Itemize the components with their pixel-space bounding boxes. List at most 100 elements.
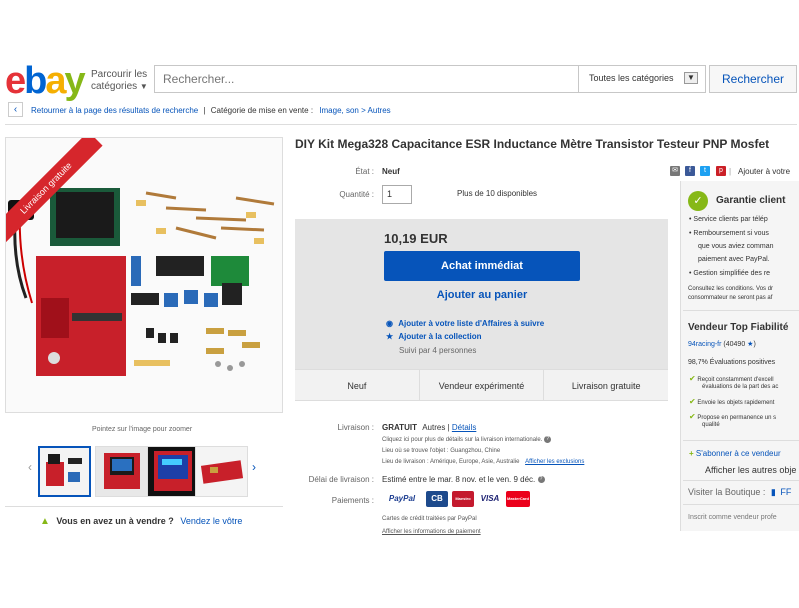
quantity-label: Quantité :	[339, 190, 374, 199]
shipping-label: Livraison :	[337, 423, 374, 432]
seller-point-3b: qualité	[702, 422, 720, 428]
category-path-link[interactable]: Image, son > Autres	[319, 106, 390, 115]
condition-label: État :	[355, 167, 374, 176]
cb-logo: CB	[426, 491, 448, 507]
followers-text: Suivi par 4 personnes	[399, 346, 477, 355]
ship-to: Lieu de livraison : Amérique, Europe, As…	[382, 459, 520, 465]
header-divider	[5, 124, 797, 125]
conditions-line-2: consommateur ne seront pas af	[688, 295, 773, 301]
check-icon: ✔	[689, 397, 696, 406]
logo-letter-y: y	[64, 60, 86, 102]
seller-score-close: )	[753, 341, 756, 348]
guarantee-badge-icon: ✓	[688, 191, 708, 211]
twitter-icon[interactable]: t	[700, 166, 710, 176]
add-to-list-link[interactable]: Ajouter à votre	[738, 167, 790, 176]
check-icon: ✔	[689, 374, 696, 383]
positive-feedback: 98,7% Évaluations positives	[688, 359, 776, 366]
sell-prompt-row: ▲ Vous en avez un à vendre ? Vendez le v…	[40, 516, 242, 527]
back-chevron-icon[interactable]: ‹	[8, 102, 23, 117]
item-location: Lieu où se trouve l'objet : Guangzhou, C…	[382, 448, 501, 454]
search-input[interactable]	[155, 66, 579, 92]
add-to-cart-link[interactable]: Ajouter au panier	[384, 289, 580, 301]
store-row: Visiter la Boutique : ▮ FF	[688, 487, 791, 498]
thumbnail-3[interactable]	[147, 446, 200, 497]
logo-letter-e: e	[5, 60, 26, 102]
shipping-row: GRATUIT Autres | Détails	[382, 423, 476, 432]
delivery-label: Délai de livraison :	[308, 475, 374, 484]
main-product-image[interactable]: Livraison gratuite	[5, 137, 283, 413]
dropdown-arrow-icon[interactable]: ▼	[684, 72, 698, 84]
pinterest-icon[interactable]: p	[716, 166, 726, 176]
payment-info-link[interactable]: Afficher les informations de paiement	[382, 529, 481, 535]
intl-note: Cliquez ici pour plus de détails sur la …	[382, 437, 543, 444]
seller-row: 94racing-fr (40490 ★)	[688, 340, 756, 348]
buy-now-button[interactable]: Achat immédiat	[384, 251, 580, 281]
maestro-logo: Maestro	[452, 491, 474, 507]
thumbnail-image	[40, 448, 89, 495]
delivery-estimate: Estimé entre le mar. 8 nov. et le ven. 9…	[382, 475, 536, 484]
feature-strip: Neuf Vendeur expérimenté Livraison gratu…	[295, 369, 668, 401]
sidebar-divider	[683, 310, 799, 311]
seller-point-1b: évaluations de la part des ac	[702, 384, 779, 390]
thumbnail-1[interactable]	[38, 446, 91, 497]
quantity-input[interactable]: 1	[382, 185, 412, 204]
store-label: Visiter la Boutique :	[688, 487, 766, 497]
exclusions-link[interactable]: Afficher les exclusions	[525, 459, 584, 465]
browse-line-1: Parcourir les	[91, 69, 148, 80]
guarantee-item-1: • Service clients par télép	[689, 216, 768, 223]
browse-categories[interactable]: Parcourir les catégories ▼	[91, 69, 148, 93]
thumbs-next-icon[interactable]: ›	[252, 460, 256, 474]
top-seller-title[interactable]: Vendeur Top Fiabilité	[688, 322, 788, 333]
email-icon[interactable]: ✉	[670, 166, 680, 176]
seller-name-link[interactable]: 94racing-fr	[688, 341, 721, 348]
thumbnail-image	[148, 447, 199, 496]
shipping-details-link[interactable]: Détails	[452, 423, 476, 432]
sell-yours-link[interactable]: Vendez le vôtre	[180, 516, 242, 526]
breadcrumb-separator: |	[203, 106, 206, 115]
paypal-logo: PayPal	[388, 494, 416, 503]
logo-letter-b: b	[24, 60, 47, 102]
search-bar: Toutes les catégories ▼	[154, 65, 706, 93]
registered-seller: Inscrit comme vendeur profe	[688, 514, 777, 521]
zoom-hint: Pointez sur l'image pour zoomer	[92, 426, 193, 433]
logo-letter-a: a	[45, 60, 66, 102]
thumbnail-4[interactable]	[195, 446, 248, 497]
facebook-icon[interactable]: f	[685, 166, 695, 176]
caret-down-icon: ▼	[139, 82, 148, 91]
subscribe-row: + S'abonner à ce vendeur	[689, 449, 781, 458]
conditions-line-1: Consultez les conditions. Vos dr	[688, 286, 774, 292]
seller-point-1: ✔ Reçoit constamment d'excell	[689, 374, 774, 383]
sidebar-divider	[683, 480, 799, 481]
availability-text: Plus de 10 disponibles	[457, 189, 538, 198]
category-select[interactable]: Toutes les catégories	[589, 73, 674, 83]
info-icon[interactable]: ?	[537, 476, 545, 484]
seller-score[interactable]: (40490	[723, 341, 745, 348]
feature-experienced-seller: Vendeur expérimenté	[420, 370, 545, 400]
star-icon: ★	[386, 332, 394, 341]
back-to-results-link[interactable]: Retourner à la page des résultats de rec…	[31, 106, 198, 115]
shipping-sep: |	[447, 423, 450, 432]
shipping-carrier: Autres	[422, 423, 446, 432]
seller-point-3: ✔ Propose en permanence un s	[689, 412, 777, 421]
seller-point-2: ✔ Envoie les objets rapidement	[689, 397, 775, 406]
ship-to-row: Lieu de livraison : Amérique, Europe, As…	[382, 459, 584, 465]
store-name-link[interactable]: FF	[780, 487, 791, 497]
search-button[interactable]: Rechercher	[709, 65, 797, 93]
breadcrumb: Retourner à la page des résultats de rec…	[31, 106, 391, 115]
watch-link[interactable]: Ajouter à votre liste d'Affaires à suivr…	[398, 319, 544, 328]
card-note: Cartes de crédit traitées par PayPal	[382, 516, 477, 522]
shipping-free: GRATUIT	[382, 423, 417, 432]
watch-row: ◉ Ajouter à votre liste d'Affaires à sui…	[386, 319, 544, 328]
subscribe-link[interactable]: S'abonner à ce vendeur	[696, 449, 781, 458]
browse-line-2: catégories ▼	[91, 81, 148, 92]
info-icon[interactable]: ?	[544, 436, 552, 443]
price: 10,19 EUR	[384, 231, 448, 246]
thumbs-prev-icon[interactable]: ‹	[28, 460, 32, 474]
sidebar-divider	[683, 504, 799, 505]
ebay-logo[interactable]: ebay	[5, 60, 86, 103]
collection-link[interactable]: Ajouter à la collection	[398, 332, 481, 341]
other-items-link[interactable]: Afficher les autres obje	[705, 465, 796, 475]
store-icon: ▮	[770, 487, 776, 497]
thumbnail-2[interactable]	[95, 446, 148, 497]
item-title: DIY Kit Mega328 Capacitance ESR Inductan…	[295, 137, 770, 151]
